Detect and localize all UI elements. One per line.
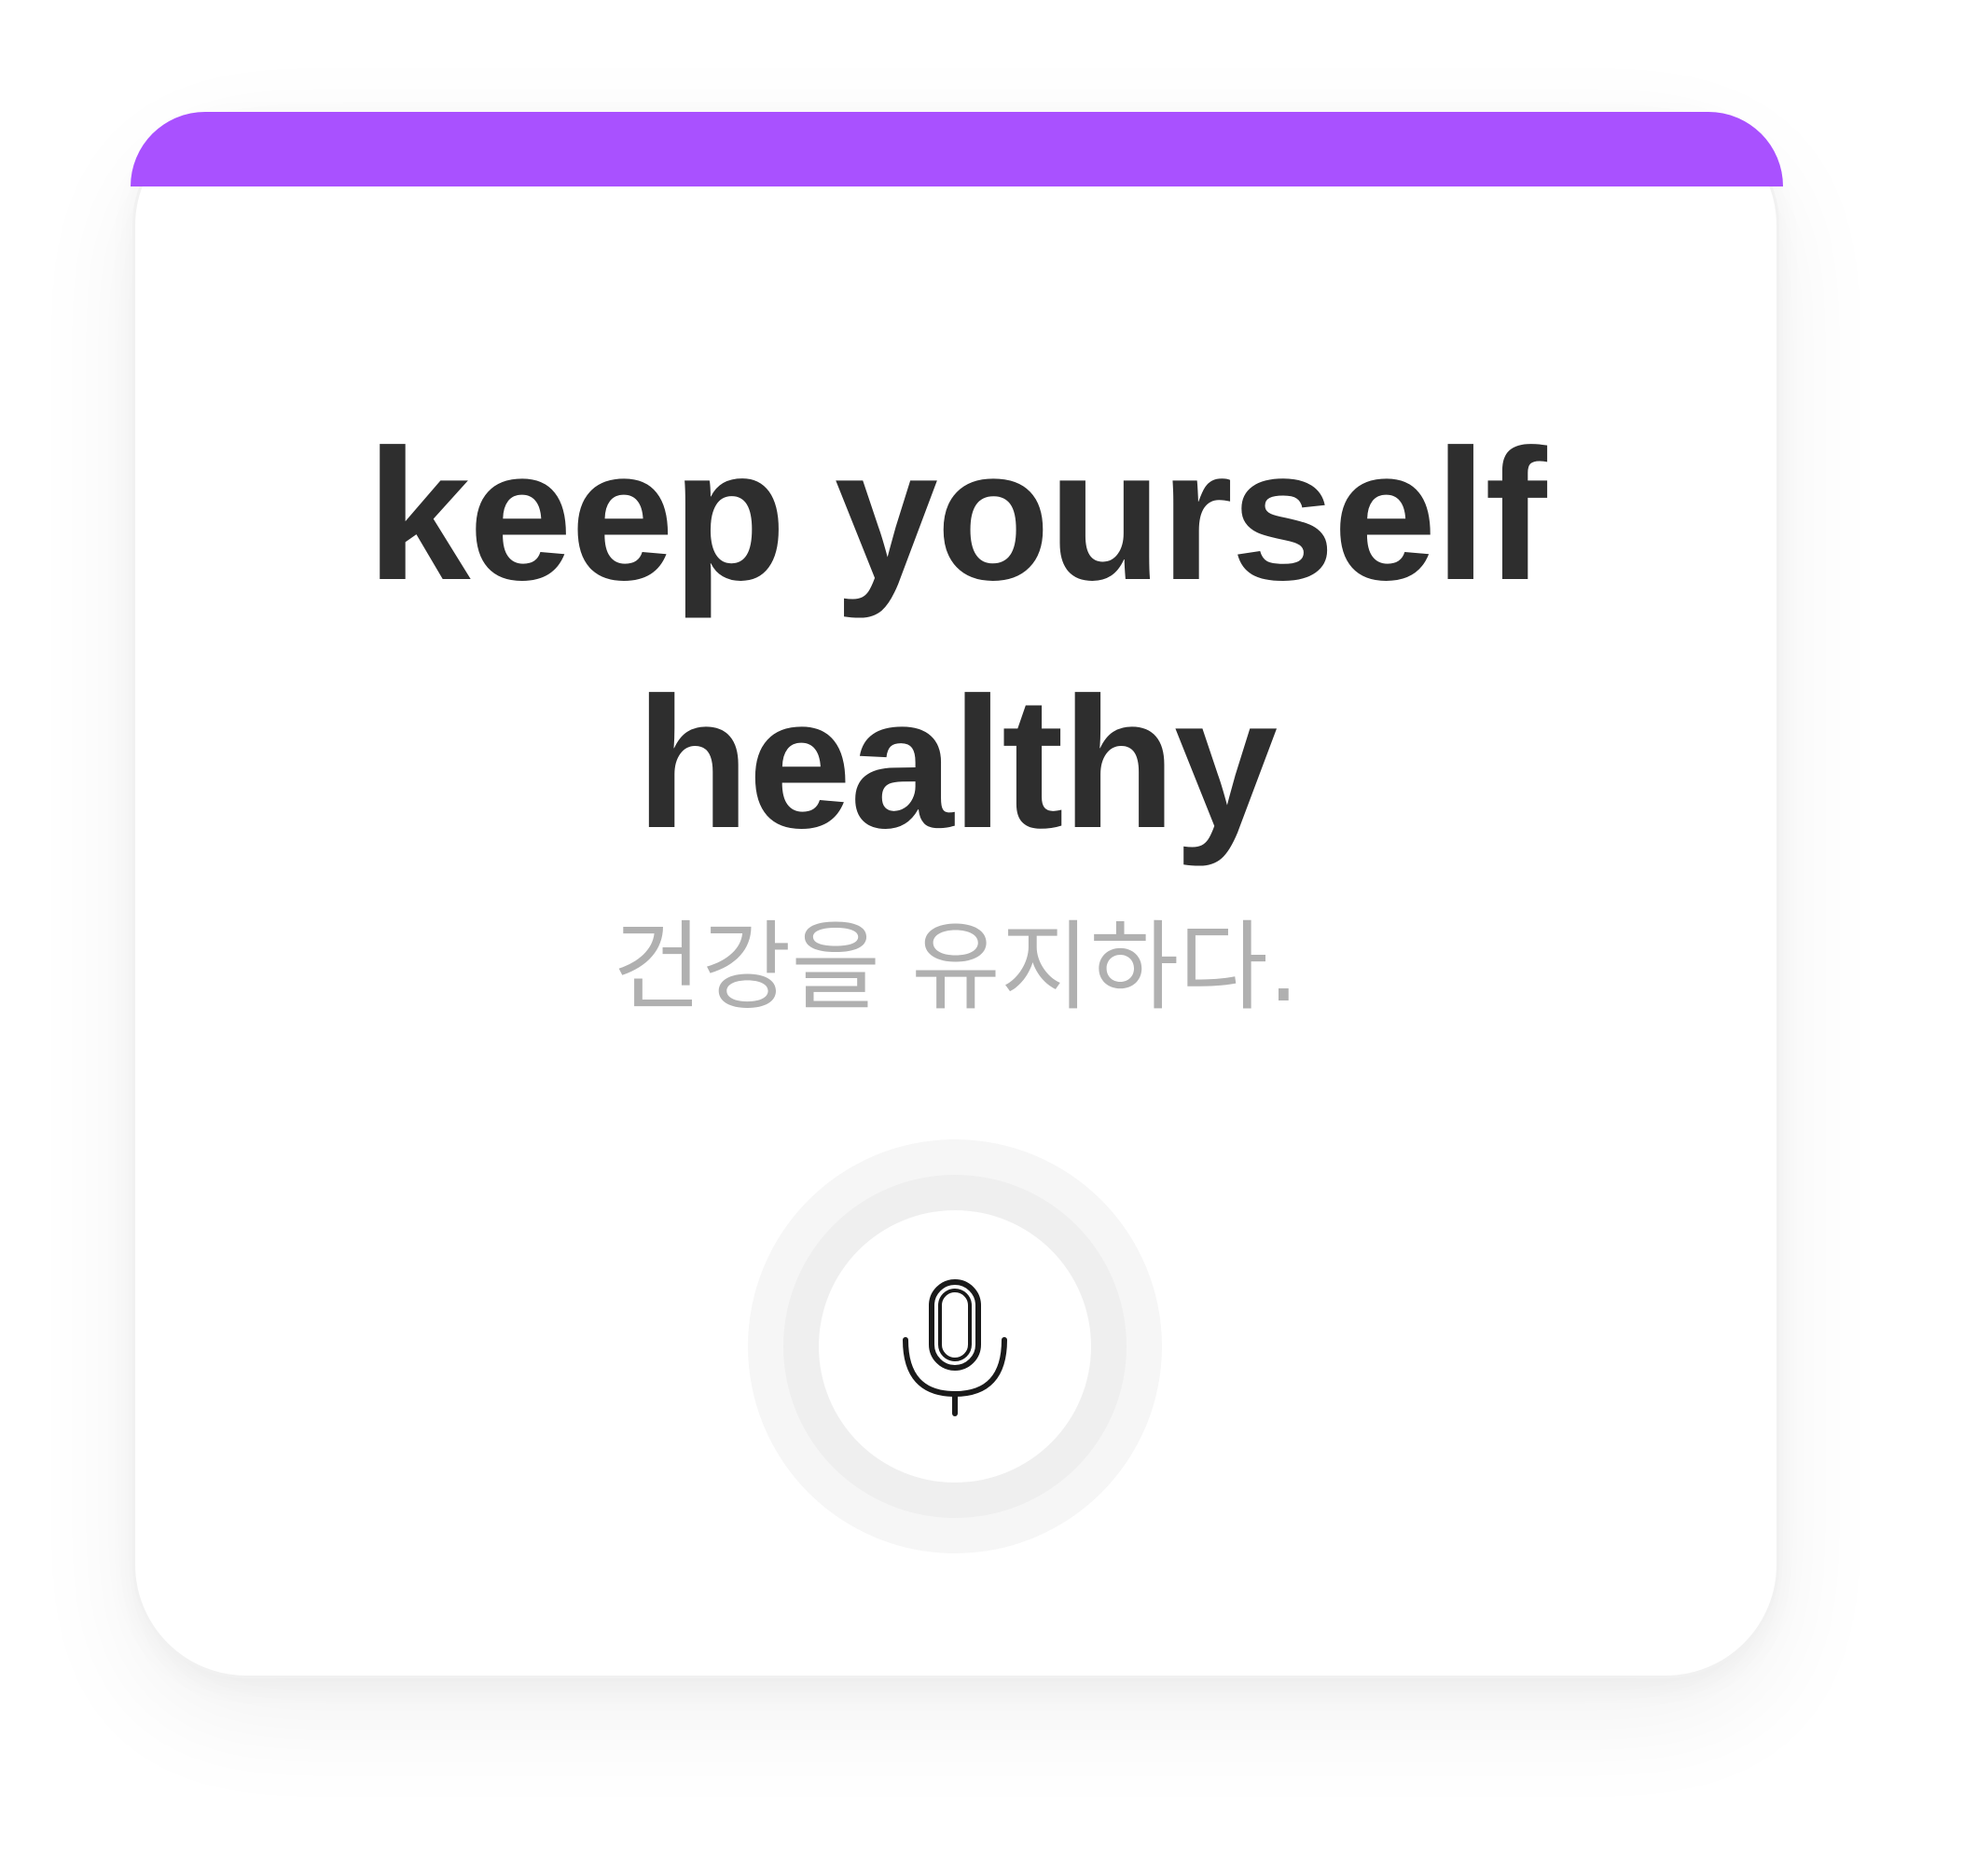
card-accent-bar (131, 112, 1783, 186)
microphone-icon (903, 1279, 1007, 1416)
page: keep yourself healthy 건강을 유지하다. (0, 0, 1977, 1876)
flashcard-word: keep yourself healthy (366, 411, 1546, 867)
flashcard-meaning: 건강을 유지하다. (613, 910, 1299, 1024)
record-button[interactable] (819, 1210, 1091, 1483)
